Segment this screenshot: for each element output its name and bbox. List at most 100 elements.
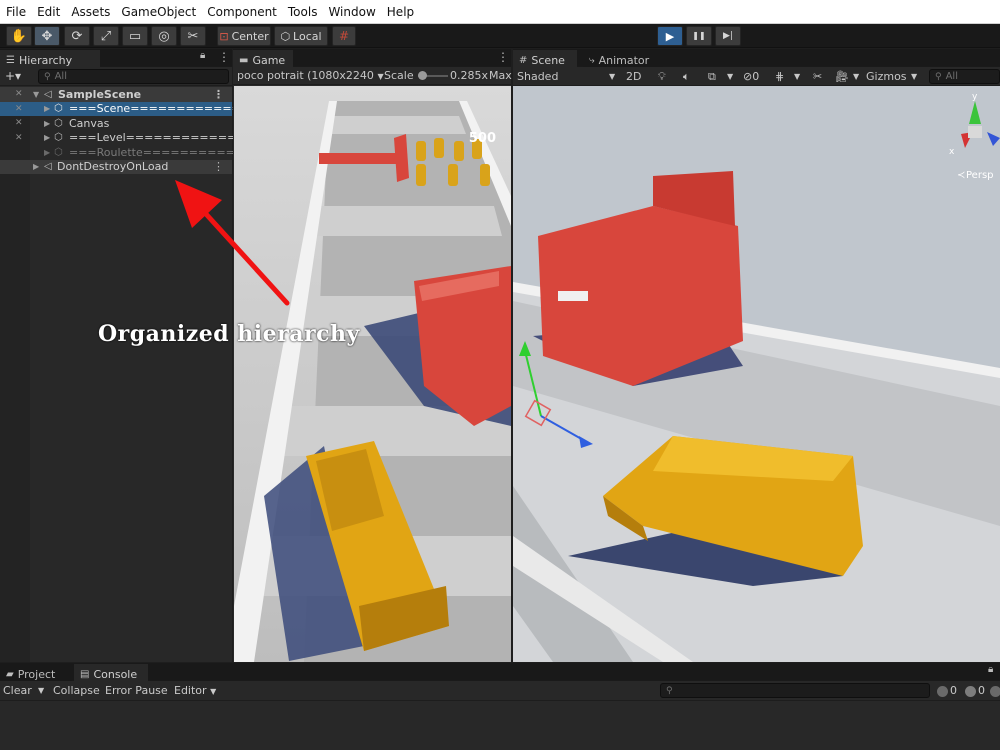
effects-icon[interactable]: ⧉ — [708, 70, 716, 84]
step-button[interactable]: ▶| — [715, 26, 741, 46]
scale-icon: ⤢ — [100, 28, 112, 44]
menu-assets[interactable]: Assets — [71, 5, 110, 19]
rect-tool-button[interactable]: ▭ — [122, 26, 148, 46]
hierarchy-row-dontdestroyonload[interactable]: ▶ ◁ DontDestroyOnLoad ⋮ — [0, 159, 232, 174]
unity-scene-icon: ◁ — [44, 88, 52, 100]
road-stripe — [314, 206, 502, 236]
hierarchy-row-level-group[interactable]: ✕ ▶ ⬡ ===Level============ — [0, 131, 236, 146]
hierarchy-search-input[interactable]: ⚲ All — [38, 69, 229, 84]
menu-window[interactable]: Window — [328, 5, 375, 19]
camera-icon[interactable]: 🎥︎ — [835, 70, 849, 83]
eye-slash-icon: ⊘ — [743, 70, 753, 83]
collapse-arrow-icon[interactable]: ▶ — [44, 133, 50, 142]
game-viewport[interactable]: 500 — [234, 86, 511, 662]
chevron-down-icon[interactable]: ▼ — [38, 686, 44, 695]
menu-tools[interactable]: Tools — [288, 5, 318, 19]
scale-slider-thumb[interactable] — [418, 71, 427, 80]
clear-button[interactable]: Clear — [3, 684, 32, 697]
gizmo-x-label: x — [949, 147, 955, 157]
console-search-input[interactable]: ⚲ — [660, 683, 930, 698]
visibility-toggle-icon[interactable]: ✕ — [15, 133, 23, 143]
gizmos-dropdown[interactable]: Gizmos — [866, 70, 907, 83]
row-menu-icon[interactable]: ⋮ — [213, 160, 224, 173]
hidden-objects-toggle[interactable]: ⊘0 — [743, 70, 759, 83]
road-stripe — [330, 116, 466, 134]
error-icon — [990, 685, 1000, 697]
chevron-down-icon[interactable]: ▼ — [911, 72, 917, 81]
expand-arrow-icon[interactable]: ▼ — [33, 90, 39, 99]
menu-component[interactable]: Component — [207, 5, 277, 19]
menu-help[interactable]: Help — [387, 5, 414, 19]
game-panel: ▬ Game ⋮ poco potrait (1080x2240 ▼ Scale… — [233, 49, 512, 662]
chevron-down-icon[interactable]: ▼ — [727, 72, 733, 81]
resolution-dropdown[interactable]: poco potrait (1080x2240 ▼ — [237, 69, 384, 82]
row-menu-icon[interactable]: ⋮ — [213, 88, 224, 101]
main-toolbar: ✋ ✥ ⟳ ⤢ ▭ ◎ ✂ ⊡ Center ⬡ Local # ▶ ❚❚ ▶| — [0, 24, 1000, 48]
folder-icon: ▰ — [6, 668, 14, 680]
custom-tool-button[interactable]: ✂ — [180, 26, 206, 46]
game-menu-icon[interactable]: ⋮ — [497, 50, 509, 64]
tab-animator[interactable]: ⤷ Animator — [583, 50, 663, 67]
play-button[interactable]: ▶ — [657, 26, 683, 46]
collapse-button[interactable]: Collapse — [53, 684, 100, 697]
tab-game[interactable]: ▬ Game — [233, 50, 293, 67]
hierarchy-tree: ✕ ▼ ◁ SampleScene ⋮ ✕ ▶ ⬡ ===Scene======… — [0, 87, 250, 174]
transform-tool-button[interactable]: ◎ — [151, 26, 177, 46]
menu-edit[interactable]: Edit — [37, 5, 60, 19]
info-count-toggle[interactable]: 0 — [937, 684, 957, 697]
visibility-toggle-icon[interactable]: ✕ — [15, 104, 23, 114]
hierarchy-row-samplescene[interactable]: ✕ ▼ ◁ SampleScene ⋮ — [0, 87, 232, 102]
chevron-down-icon[interactable]: ▼ — [853, 72, 859, 81]
editor-dropdown[interactable]: Editor ▼ — [174, 684, 216, 697]
grid-snap-button[interactable]: # — [332, 26, 356, 46]
scene-viewport[interactable]: y x ≺ Persp — [513, 86, 1000, 662]
move-tool-button[interactable]: ✥ — [34, 26, 60, 46]
error-pause-button[interactable]: Error Pause — [105, 684, 168, 697]
warning-count-toggle[interactable]: 0 — [965, 684, 985, 697]
grid-toggle-icon[interactable]: ⋕ — [775, 70, 784, 83]
hierarchy-row-scene-group[interactable]: ✕ ▶ ⬡ ===Scene============= — [0, 101, 250, 116]
collapse-arrow-icon[interactable]: ▶ — [44, 104, 50, 113]
hierarchy-menu-icon[interactable]: ⋮ — [218, 50, 230, 64]
persp-label[interactable]: Persp — [966, 170, 994, 181]
pause-button[interactable]: ❚❚ — [686, 26, 712, 46]
visibility-toggle-icon[interactable]: ✕ — [15, 89, 23, 99]
game-controls: poco potrait (1080x2240 ▼ Scale 0.285x M… — [233, 67, 512, 85]
menu-gameobject[interactable]: GameObject — [121, 5, 196, 19]
hand-tool-button[interactable]: ✋ — [6, 26, 32, 46]
pivot-center-button[interactable]: ⊡ Center — [217, 26, 271, 46]
collapse-arrow-icon[interactable]: ▶ — [33, 162, 39, 171]
rotate-icon: ⟳ — [71, 28, 83, 44]
lock-icon[interactable]: 🔒︎ — [200, 50, 205, 61]
collapse-arrow-icon[interactable]: ▶ — [44, 119, 50, 128]
error-count-toggle[interactable] — [990, 684, 1000, 697]
visibility-toggle-icon[interactable]: ✕ — [15, 118, 23, 128]
chevron-down-icon[interactable]: ▼ — [794, 72, 800, 81]
shading-mode-dropdown[interactable]: Shaded — [517, 70, 558, 83]
chevron-down-icon[interactable]: ▼ — [609, 72, 615, 81]
scene-search-input[interactable]: ⚲ All — [929, 69, 1000, 84]
tab-console[interactable]: ▤ Console — [74, 664, 148, 681]
tab-project[interactable]: ▰ Project — [0, 664, 72, 681]
scene-truck-window — [558, 291, 588, 301]
hierarchy-row-roulette-group[interactable]: ▶ ⬡ ===Roulette========== — [0, 145, 235, 160]
space-local-button[interactable]: ⬡ Local — [274, 26, 328, 46]
tab-scene[interactable]: # Scene — [513, 50, 577, 67]
audio-icon[interactable]: 🔈︎ — [683, 70, 690, 84]
game-tabstrip: ▬ Game ⋮ — [233, 49, 511, 67]
toggle-2d-button[interactable]: 2D — [626, 70, 641, 83]
hand-icon: ✋ — [10, 28, 28, 44]
console-icon: ▤ — [80, 668, 90, 680]
maximize-toggle[interactable]: Max — [489, 69, 512, 82]
tab-hierarchy[interactable]: ☰ Hierarchy — [0, 50, 100, 67]
lighting-icon[interactable]: 💡︎ — [658, 70, 666, 84]
menu-file[interactable]: File — [6, 5, 26, 19]
rotate-tool-button[interactable]: ⟳ — [64, 26, 90, 46]
hierarchy-row-canvas[interactable]: ✕ ▶ ⬡ Canvas — [0, 116, 232, 131]
scale-tool-button[interactable]: ⤢ — [93, 26, 119, 46]
tools-icon[interactable]: ✂ — [813, 70, 822, 83]
chevron-down-icon: ▼ — [210, 687, 217, 696]
collapse-arrow-icon[interactable]: ▶ — [44, 148, 50, 157]
add-object-button[interactable]: +▾ — [5, 69, 21, 83]
lock-icon[interactable]: 🔒︎ — [988, 664, 993, 675]
